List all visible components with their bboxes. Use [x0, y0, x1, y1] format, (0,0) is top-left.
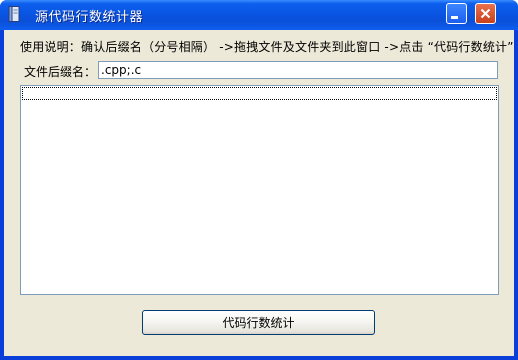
file-drop-list[interactable]: [20, 85, 499, 295]
suffix-input[interactable]: [98, 61, 498, 79]
book-icon: [8, 6, 20, 22]
list-focus-row: [22, 87, 497, 100]
minimize-button[interactable]: [446, 3, 467, 24]
usage-instructions: 使用说明：确认后缀名（分号相隔） ->拖拽文件及文件夹到此窗口 ->点击 “代码…: [20, 40, 514, 54]
app-window: 源代码行数统计器 使用说明：确认后缀名（分号相隔） ->拖拽文件及文件夹到此窗口…: [0, 0, 518, 360]
minimize-icon: [451, 16, 458, 19]
close-button[interactable]: [475, 3, 496, 24]
close-icon: [480, 8, 491, 19]
window-frame-bottom: [0, 356, 518, 360]
window-title: 源代码行数统计器: [35, 10, 144, 25]
count-lines-button[interactable]: 代码行数统计: [142, 310, 375, 335]
title-bar[interactable]: 源代码行数统计器: [0, 0, 518, 30]
suffix-label: 文件后缀名：: [24, 65, 97, 79]
